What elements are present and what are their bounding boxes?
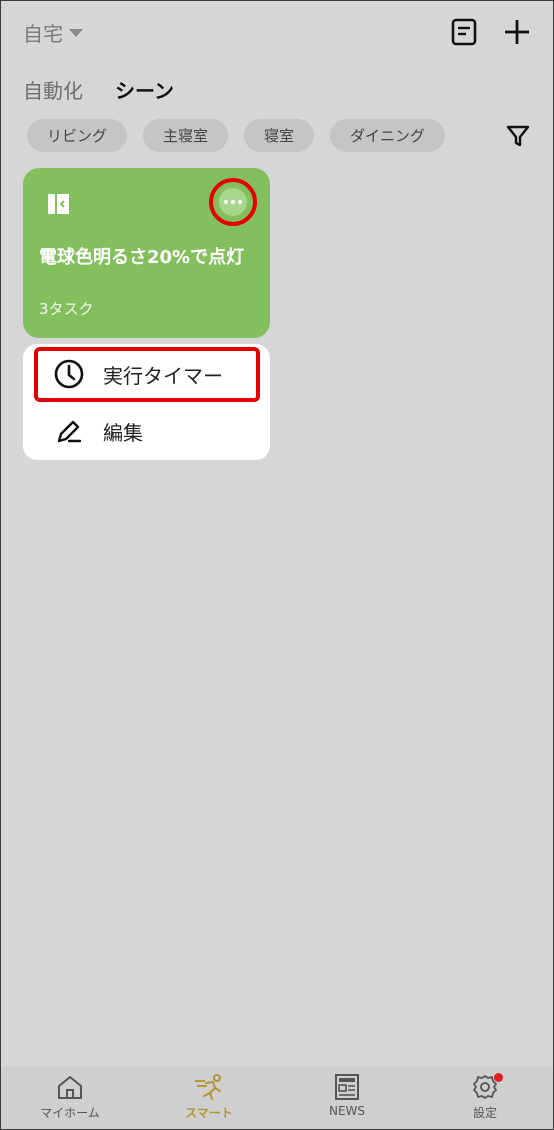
bottom-nav: マイホーム スマート NEWS 設定: [1, 1067, 553, 1129]
menu-item-edit[interactable]: 編集: [23, 404, 270, 458]
nav-label: マイホーム: [40, 1106, 100, 1120]
home-icon: [58, 1076, 82, 1099]
nav-label: スマート: [185, 1106, 233, 1120]
nav-home[interactable]: マイホーム: [20, 1073, 120, 1127]
room-chip[interactable]: ダイニング: [330, 119, 446, 152]
home-label: 自宅: [23, 21, 63, 46]
scene-title: 電球色明るさ20%で点灯: [39, 247, 245, 268]
filter-icon[interactable]: [504, 122, 532, 150]
news-icon: [335, 1074, 359, 1100]
tab-automation[interactable]: 自動化: [23, 75, 83, 104]
smart-icon: [195, 1074, 221, 1100]
room-chip[interactable]: 主寝室: [143, 119, 229, 152]
nav-label: 設定: [472, 1106, 497, 1120]
nav-label: NEWS: [328, 1104, 366, 1118]
home-selector[interactable]: 自宅: [23, 17, 83, 47]
highlight-ring: [209, 178, 257, 226]
notification-badge: [494, 1073, 503, 1082]
room-chip[interactable]: 寝室: [244, 119, 315, 152]
log-icon[interactable]: [447, 15, 481, 49]
pencil-icon: [53, 415, 85, 447]
nav-news[interactable]: NEWS: [297, 1073, 397, 1127]
plus-icon[interactable]: [500, 15, 534, 49]
menu-item-label: 編集: [103, 420, 143, 445]
app-screen: 自宅 自動化 シーン リビング 主寝室 寝室 ダイニング 電球色明るさ20%で点…: [0, 0, 554, 1130]
scene-card[interactable]: 電球色明るさ20%で点灯 3タスク: [23, 168, 270, 338]
nav-settings[interactable]: 設定: [435, 1073, 535, 1127]
tab-scene[interactable]: シーン: [115, 75, 174, 104]
highlight-box: [34, 347, 260, 402]
scene-tabs: 自動化 シーン: [23, 75, 174, 104]
nav-smart[interactable]: スマート: [159, 1073, 259, 1127]
caret-down-icon: [69, 29, 83, 37]
room-chip[interactable]: リビング: [27, 119, 128, 152]
room-filter-chips: リビング 主寝室 寝室 ダイニング: [27, 119, 446, 152]
scene-task-count: 3タスク: [39, 300, 94, 318]
scene-door-icon: [45, 190, 73, 218]
